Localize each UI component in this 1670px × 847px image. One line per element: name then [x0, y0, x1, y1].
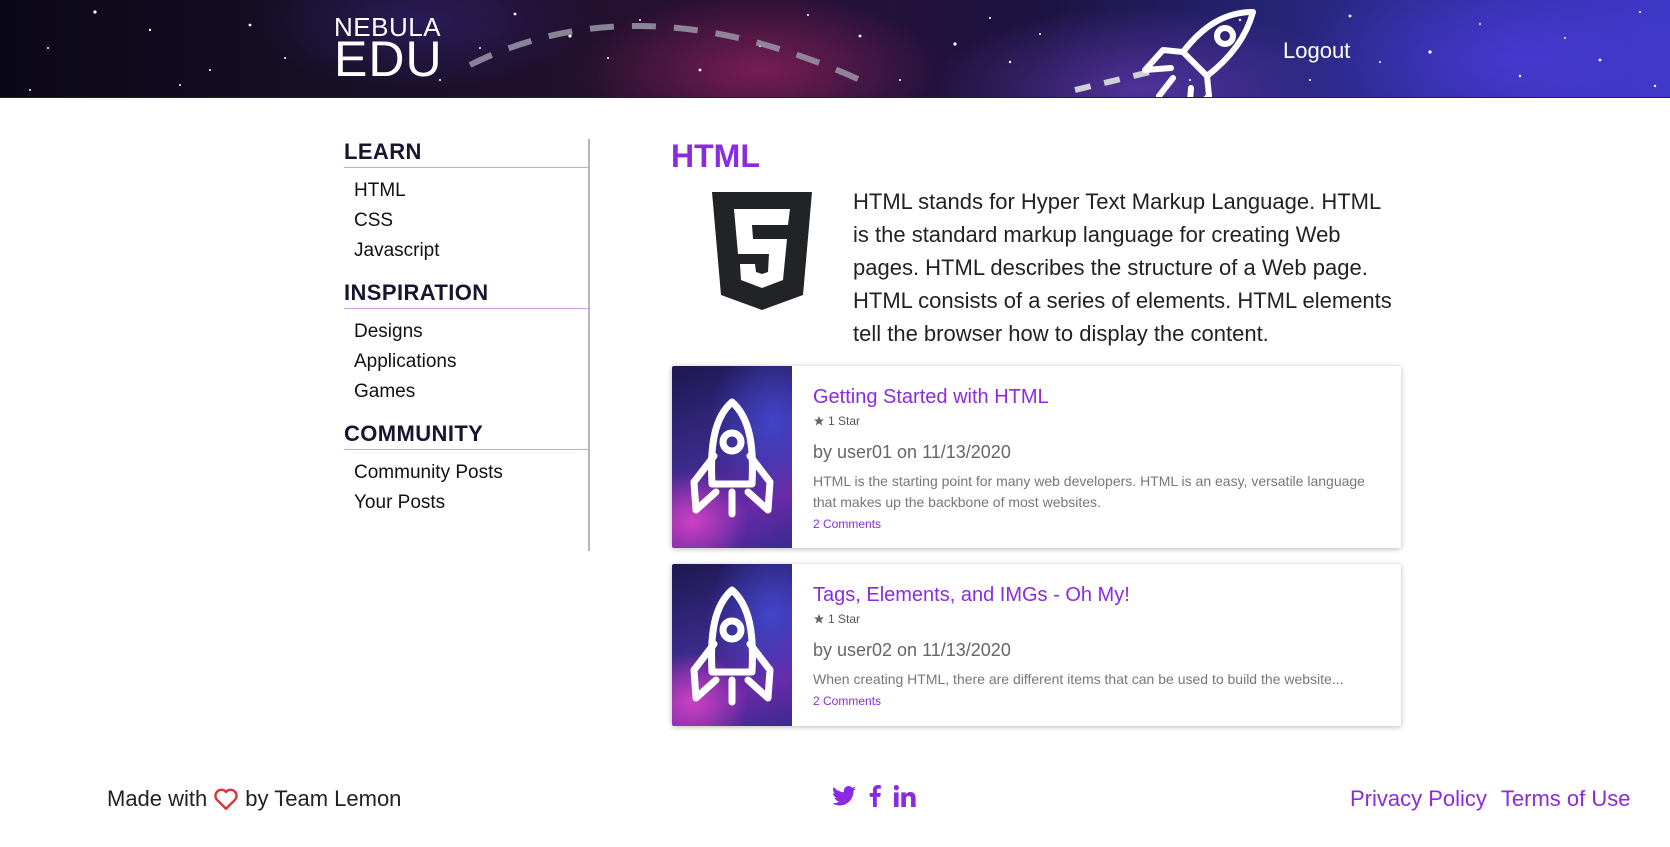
sidebar-heading-learn: LEARN [344, 139, 588, 168]
rocket-icon [690, 586, 774, 706]
sidebar-item-your-posts[interactable]: Your Posts [354, 488, 588, 518]
post-title[interactable]: Getting Started with HTML [813, 386, 1385, 409]
sidebar-heading-inspiration: INSPIRATION [344, 280, 588, 309]
sidebar-item-html[interactable]: HTML [354, 176, 588, 206]
post-card[interactable]: Getting Started with HTML 1 Star by user… [672, 366, 1401, 548]
logout-link[interactable]: Logout [1283, 38, 1350, 64]
post-description: When creating HTML, there are different … [813, 671, 1344, 687]
heart-icon [214, 788, 239, 810]
logo-edu-text: EDU [334, 31, 443, 87]
post-description: HTML is the starting point for many web … [813, 473, 1365, 510]
post-body: Tags, Elements, and IMGs - Oh My! 1 Star… [813, 564, 1385, 708]
footer-made-with: Made with [107, 786, 208, 811]
post-title[interactable]: Tags, Elements, and IMGs - Oh My! [813, 584, 1385, 607]
html5-logo-icon [712, 192, 812, 310]
post-rating-label: 1 Star [828, 612, 861, 626]
post-author: by user02 on 11/13/2020 [813, 640, 1011, 660]
sidebar-section-inspiration: INSPIRATION Designs Applications Games [344, 280, 588, 407]
star-icon [814, 416, 824, 426]
sidebar-item-javascript[interactable]: Javascript [354, 236, 588, 266]
post-comments-link[interactable]: 2 Comments [813, 694, 1385, 708]
footer-team: by Team Lemon [245, 786, 402, 811]
sidebar-item-designs[interactable]: Designs [354, 317, 588, 347]
site-header: NEBULA EDU Logout [0, 0, 1670, 98]
post-body: Getting Started with HTML 1 Star by user… [813, 366, 1385, 531]
intro-paragraph: HTML stands for Hyper Text Markup Langua… [853, 189, 1392, 346]
terms-of-use-link[interactable]: Terms of Use [1501, 786, 1631, 812]
sidebar-item-css[interactable]: CSS [354, 206, 588, 236]
sidebar-section-community: COMMUNITY Community Posts Your Posts [344, 421, 588, 518]
sidebar-nav: LEARN HTML CSS Javascript INSPIRATION De… [344, 139, 590, 551]
sidebar-item-community-posts[interactable]: Community Posts [354, 458, 588, 488]
social-links [832, 785, 916, 807]
post-comments-link[interactable]: 2 Comments [813, 517, 1385, 531]
page-title: HTML [671, 138, 760, 174]
post-thumbnail [672, 366, 792, 548]
linkedin-icon[interactable] [894, 785, 916, 807]
rocket-icon [1142, 9, 1256, 97]
sidebar-heading-community: COMMUNITY [344, 421, 588, 450]
privacy-policy-link[interactable]: Privacy Policy [1350, 786, 1487, 812]
post-rating-label: 1 Star [828, 414, 861, 428]
facebook-icon[interactable] [868, 785, 882, 807]
post-rating: 1 Star [813, 414, 1385, 428]
post-card[interactable]: Tags, Elements, and IMGs - Oh My! 1 Star… [672, 564, 1401, 726]
star-icon [814, 614, 824, 624]
post-author: by user01 on 11/13/2020 [813, 442, 1011, 462]
footer-legal-links: Privacy Policy Terms of Use [1350, 786, 1631, 812]
starfield-background [29, 10, 1657, 93]
sidebar-item-applications[interactable]: Applications [354, 347, 588, 377]
sidebar-item-games[interactable]: Games [354, 377, 588, 407]
sidebar-section-learn: LEARN HTML CSS Javascript [344, 139, 588, 266]
rocket-icon [690, 398, 774, 518]
post-thumbnail [672, 564, 792, 726]
twitter-icon[interactable] [832, 786, 856, 806]
footer-credits: Made with by Team Lemon [107, 786, 401, 812]
post-rating: 1 Star [813, 612, 1385, 626]
